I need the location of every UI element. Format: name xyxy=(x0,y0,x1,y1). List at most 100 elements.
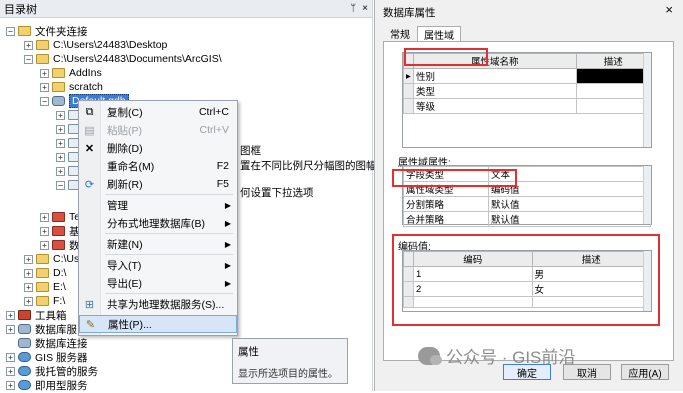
expander-icon[interactable]: + xyxy=(6,380,15,390)
tree-node[interactable]: + scratch xyxy=(40,80,103,94)
expander-icon[interactable]: + xyxy=(24,254,33,264)
tree-node[interactable]: + C:\Users\24483\Desktop xyxy=(24,38,167,52)
pin-icon[interactable]: ᛘ xyxy=(350,3,356,14)
expander-icon[interactable]: + xyxy=(24,296,33,306)
table-row[interactable] xyxy=(403,296,651,308)
column-header-description[interactable]: 描述 xyxy=(575,53,652,69)
menu-item-export[interactable]: 导出(E) ▶ xyxy=(79,274,237,292)
tree-node-ready-services[interactable]: + 即用型服务 xyxy=(6,378,88,392)
expander-icon[interactable]: + xyxy=(6,366,15,376)
expander-icon[interactable]: + xyxy=(40,82,49,92)
expander-icon[interactable]: + xyxy=(6,324,15,334)
tree-node-database-servers[interactable]: + 数据库服 xyxy=(6,322,77,336)
expander-icon[interactable]: + xyxy=(56,110,65,120)
tree-node-gis-servers[interactable]: + GIS 服务器 xyxy=(6,350,88,364)
expander-icon[interactable]: − xyxy=(6,26,15,36)
scrollbar[interactable] xyxy=(643,166,651,224)
menu-item-label: 粘贴(P) xyxy=(107,124,142,137)
code-cell[interactable]: 2 xyxy=(413,281,533,297)
folder-icon xyxy=(36,40,49,50)
domains-tab-panel: 属性域名称 描述 ▸ 性别 类型 等级 属性域属性: 字段类型 文本 属性域类型… xyxy=(383,41,674,361)
expander-icon[interactable]: + xyxy=(6,310,15,320)
apply-button[interactable]: 应用(A) xyxy=(621,364,669,380)
tab-general[interactable]: 常规 xyxy=(383,26,417,41)
close-icon[interactable]: × xyxy=(665,2,673,17)
expander-icon[interactable]: + xyxy=(40,240,49,250)
menu-item-paste[interactable]: ▤ 粘贴(P) Ctrl+V xyxy=(79,121,237,139)
table-row[interactable]: 1 男 xyxy=(403,266,651,282)
menu-item-properties[interactable]: ✎ 属性(P)... xyxy=(79,315,237,333)
menu-item-shortcut: Ctrl+C xyxy=(198,106,229,118)
domain-description-cell[interactable] xyxy=(575,68,652,84)
code-description-cell[interactable]: 男 xyxy=(531,266,651,282)
property-value-cell[interactable]: 默认值 xyxy=(488,196,651,212)
menu-item-delete[interactable]: ✕ 删除(D) xyxy=(79,139,237,157)
tab-domains[interactable]: 属性域 xyxy=(417,26,461,42)
expander-icon[interactable]: + xyxy=(56,138,65,148)
tree-node[interactable]: + F:\ xyxy=(24,294,65,308)
tree-node[interactable]: + C:\Us xyxy=(24,252,79,266)
menu-separator xyxy=(105,194,233,195)
domain-description-cell[interactable] xyxy=(575,98,652,114)
tree-node[interactable]: − C:\Users\24483\Documents\ArcGIS\ xyxy=(24,52,222,66)
domain-description-cell[interactable] xyxy=(575,83,652,99)
domain-name-cell[interactable]: 等级 xyxy=(413,98,577,114)
expander-icon[interactable]: − xyxy=(40,96,49,106)
tree-node-label: scratch xyxy=(69,81,103,93)
menu-separator xyxy=(105,293,233,294)
table-row[interactable]: 分割策略 默认值 xyxy=(403,196,651,212)
expander-icon[interactable]: + xyxy=(40,212,49,222)
menu-item-distributed-gdb[interactable]: 分布式地理数据库(B) ▶ xyxy=(79,214,237,232)
table-row[interactable]: ▸ 性别 xyxy=(403,68,652,84)
tree-node-label: 工具箱 xyxy=(35,309,67,322)
property-value-cell[interactable]: 默认值 xyxy=(488,211,651,227)
expander-icon[interactable]: − xyxy=(56,180,65,190)
expander-icon[interactable]: + xyxy=(56,152,65,162)
table-row[interactable]: 2 女 xyxy=(403,281,651,297)
menu-item-label: 导入(T) xyxy=(107,259,142,272)
menu-item-new[interactable]: 新建(N) ▶ xyxy=(79,235,237,253)
menu-item-shortcut: F2 xyxy=(216,160,229,172)
tree-node-folder-connections[interactable]: − 文件夹连接 xyxy=(6,24,88,38)
menu-item-copy[interactable]: ⧉ 复制(C) Ctrl+C xyxy=(79,103,237,121)
submenu-arrow-icon: ▶ xyxy=(224,260,231,270)
expander-icon[interactable]: + xyxy=(56,124,65,134)
tree-node[interactable]: + 数 xyxy=(40,238,80,252)
scrollbar[interactable] xyxy=(643,53,651,147)
tree-node[interactable]: + D:\ xyxy=(24,266,66,280)
menu-item-refresh[interactable]: ⟳ 刷新(R) F5 xyxy=(79,175,237,193)
code-description-cell[interactable]: 女 xyxy=(531,281,651,297)
expander-icon[interactable]: + xyxy=(24,40,33,50)
expander-icon[interactable]: − xyxy=(24,54,33,64)
geodatabase-icon xyxy=(52,96,65,106)
menu-item-rename[interactable]: 重命名(M) F2 xyxy=(79,157,237,175)
tree-node[interactable]: + 基 xyxy=(40,224,80,238)
table-row[interactable]: 类型 xyxy=(403,83,652,99)
table-row[interactable]: 等级 xyxy=(403,98,652,114)
table-row[interactable]: 合并策略 默认值 xyxy=(403,211,651,227)
close-icon[interactable]: × xyxy=(362,3,368,14)
expander-icon[interactable]: + xyxy=(6,352,15,362)
menu-item-import[interactable]: 导入(T) ▶ xyxy=(79,256,237,274)
column-header-code[interactable]: 编码 xyxy=(413,251,533,267)
expander-icon[interactable]: + xyxy=(40,226,49,236)
code-cell[interactable]: 1 xyxy=(413,266,533,282)
expander-icon[interactable]: + xyxy=(40,68,49,78)
expander-icon[interactable]: + xyxy=(24,268,33,278)
expander-icon[interactable]: + xyxy=(56,166,65,176)
tree-node[interactable]: + Te xyxy=(40,210,80,224)
expander-icon[interactable]: + xyxy=(24,282,33,292)
menu-item-manage[interactable]: 管理 ▶ xyxy=(79,196,237,214)
menu-item-share[interactable]: ⊞ 共享为地理数据服务(S)... xyxy=(79,295,237,313)
tree-node-database-connections[interactable]: 数据库连接 xyxy=(18,336,88,350)
domain-name-cell[interactable]: 性别 xyxy=(413,68,577,84)
tree-node[interactable]: + AddIns xyxy=(40,66,102,80)
column-header-description[interactable]: 描述 xyxy=(531,251,651,267)
domain-name-cell[interactable]: 类型 xyxy=(413,83,577,99)
tree-node-toolboxes[interactable]: + 工具箱 xyxy=(6,308,67,322)
code-description-cell[interactable] xyxy=(531,296,651,308)
tree-node[interactable]: + E:\ xyxy=(24,280,66,294)
scrollbar[interactable] xyxy=(643,251,651,311)
code-cell[interactable] xyxy=(413,296,533,308)
tree-node-hosted-services[interactable]: + 我托管的服务 xyxy=(6,364,98,378)
